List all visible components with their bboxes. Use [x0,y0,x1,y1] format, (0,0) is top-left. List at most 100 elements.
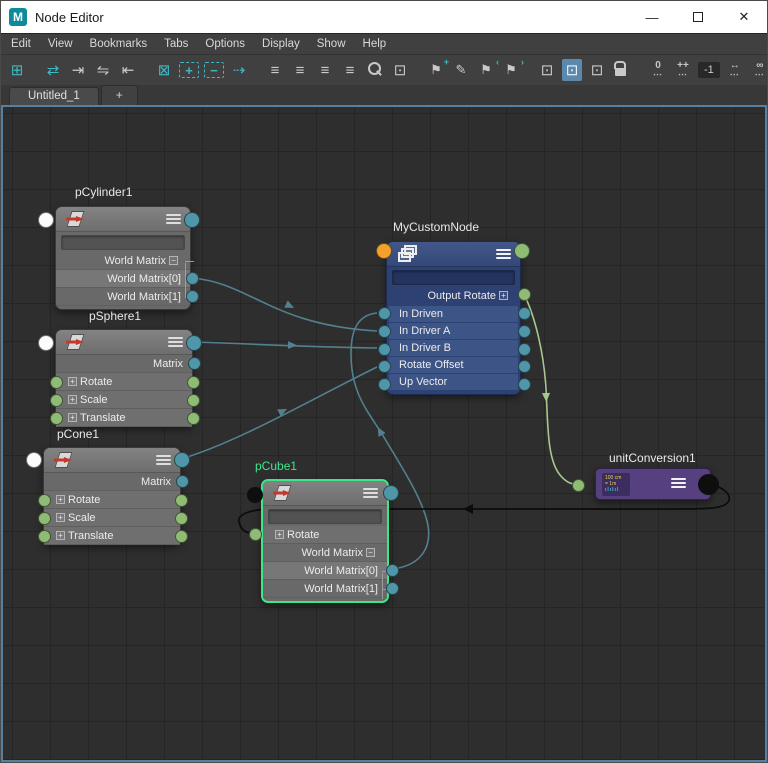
layout-custom-icon[interactable]: ≡ [340,59,360,81]
minimize-button[interactable]: — [629,1,675,33]
node-header[interactable] [44,448,180,473]
node-title-pcone1[interactable]: pCone1 [57,427,99,441]
port-pcube1-rotate-in[interactable] [249,528,262,541]
output-connections-icon[interactable]: ⇤ [118,59,138,81]
depth-unlimited-icon[interactable]: ∞ ⋯ [750,59,768,81]
port-outputrotate-out[interactable] [518,288,531,301]
attr-row-worldmatrix1[interactable]: World Matrix[1] [263,580,391,598]
port-rotateoffset-in[interactable] [378,360,391,373]
node-title-unitconversion1[interactable]: unitConversion1 [609,451,696,465]
node-menu-icon[interactable] [168,337,183,339]
port-pcone1-translate-in[interactable] [38,530,51,543]
attr-row-translate[interactable]: + Translate [44,527,180,545]
attr-row-rotate[interactable]: + Rotate [56,373,192,391]
depth-spread-icon[interactable]: ↔ ⋯ [725,59,745,81]
bookmark-next-icon[interactable]: ⚑ › [501,57,524,81]
pin-flow-icon[interactable]: ⇢ [229,59,249,81]
layout-all-icon[interactable]: ≡ [315,59,335,81]
display-connected-icon[interactable]: ⊡ [562,59,582,81]
port-pcube1-worldmatrix1-out[interactable] [386,582,399,595]
expand-box-icon[interactable]: + [68,377,77,386]
collapse-box-icon[interactable]: − [366,548,375,557]
attr-row-worldmatrix0[interactable]: World Matrix[0] [56,270,194,288]
port-psphere1-state[interactable] [38,335,54,351]
menu-show[interactable]: Show [317,38,346,50]
display-simple-icon[interactable]: ⊡ [537,59,557,81]
bookmark-add-icon[interactable]: ⚑ + [426,57,449,81]
port-pcone1-state[interactable] [26,452,42,468]
expand-box-icon[interactable]: + [56,513,65,522]
attr-row-upvector[interactable]: Up Vector [389,374,518,390]
port-pcone1-scale-out[interactable] [175,512,188,525]
node-menu-icon[interactable] [156,455,171,457]
node-pcube1[interactable]: + Rotate World Matrix − World Matrix[0] Wo… [247,479,399,603]
port-psphere1-scale-in[interactable] [50,394,63,407]
expand-box-icon[interactable]: + [56,495,65,504]
lock-icon[interactable] [612,59,632,81]
node-filter-field[interactable] [61,235,185,250]
maximize-button[interactable] [675,1,721,33]
node-pcone1[interactable]: Matrix + Rotate + Scale + Translate [26,447,190,545]
traversal-depth-field[interactable]: -1 [698,62,720,78]
tab-untitled-1[interactable]: Untitled_1 [9,87,99,105]
node-header[interactable] [387,242,520,267]
port-upvector-in[interactable] [378,378,391,391]
attr-row-indriven[interactable]: In Driven [389,306,518,322]
wire-psphere-to-indriverb[interactable] [192,341,378,349]
menu-tabs[interactable]: Tabs [164,38,188,50]
port-pcylinder1-worldmatrix0-out[interactable] [186,272,199,285]
search-icon[interactable] [365,59,385,81]
attr-row-indrivera[interactable]: In Driver A [389,323,518,339]
display-all-icon[interactable]: ⊡ [587,59,607,81]
port-psphere1-rotate-in[interactable] [50,376,63,389]
collapse-box-icon[interactable]: − [169,256,178,265]
bookmark-prev-icon[interactable]: ⚑ ‹ [476,57,499,81]
menu-display[interactable]: Display [262,38,300,50]
select-in-scene-icon[interactable]: ⊡ [390,59,410,81]
node-header[interactable] [56,207,190,232]
port-psphere1-rotate-out[interactable] [187,376,200,389]
node-menu-icon[interactable] [496,249,511,251]
node-mycustomnode[interactable]: Output Rotate + In Driven In Driver A In … [376,241,531,395]
port-pcylinder1-state[interactable] [38,212,54,228]
layout-simple-icon[interactable]: ≡ [265,59,285,81]
port-psphere1-out[interactable] [186,335,202,351]
port-indrivera-in[interactable] [378,325,391,338]
expand-box-icon[interactable]: + [68,395,77,404]
io-connections-icon[interactable]: ⇋ [93,59,113,81]
expand-box-icon[interactable]: + [56,531,65,540]
add-tab-button[interactable]: + [100,85,138,105]
port-mycustomnode-state[interactable] [376,243,392,259]
node-title-psphere1[interactable]: pSphere1 [89,309,141,323]
port-mycustomnode-out[interactable] [514,243,530,259]
attr-row-rotate[interactable]: + Rotate [44,491,180,509]
port-pcone1-out[interactable] [174,452,190,468]
input-connections-icon[interactable]: ⇥ [68,59,88,81]
node-menu-icon[interactable] [671,478,686,480]
menu-edit[interactable]: Edit [11,38,31,50]
port-indriven-out[interactable] [518,307,531,320]
node-header[interactable] [263,481,387,506]
depth-increase-icon[interactable]: ++ ⋯ [673,59,693,81]
port-pcube1-state[interactable] [247,487,263,503]
node-psphere1[interactable]: Matrix + Rotate + Scale + Translate [38,329,202,427]
attr-row-scale[interactable]: + Scale [44,509,180,527]
menu-bookmarks[interactable]: Bookmarks [90,38,148,50]
attr-row-worldmatrix0[interactable]: World Matrix[0] [263,562,391,580]
port-pcube1-out[interactable] [383,485,399,501]
attr-row-indriverb[interactable]: In Driver B [389,340,518,356]
node-title-mycustomnode[interactable]: MyCustomNode [393,220,479,234]
port-pcube1-worldmatrix0-out[interactable] [386,564,399,577]
menu-help[interactable]: Help [363,38,387,50]
attr-row-worldmatrix[interactable]: World Matrix − [263,544,387,562]
frame-selection-icon[interactable]: ⊠ [154,59,174,81]
wire-pcylinder-wm0-to-indrivera[interactable] [191,277,378,332]
attr-row-matrix[interactable]: Matrix [44,473,180,491]
node-title-pcube1[interactable]: pCube1 [255,459,297,473]
port-pcone1-rotate-out[interactable] [175,494,188,507]
port-unitconversion1-output[interactable] [698,474,719,495]
menu-view[interactable]: View [48,38,73,50]
node-pcylinder1[interactable]: World Matrix − World Matrix[0] World Matr… [38,206,200,310]
attr-row-worldmatrix1[interactable]: World Matrix[1] [56,288,194,306]
port-indriven-in[interactable] [378,307,391,320]
